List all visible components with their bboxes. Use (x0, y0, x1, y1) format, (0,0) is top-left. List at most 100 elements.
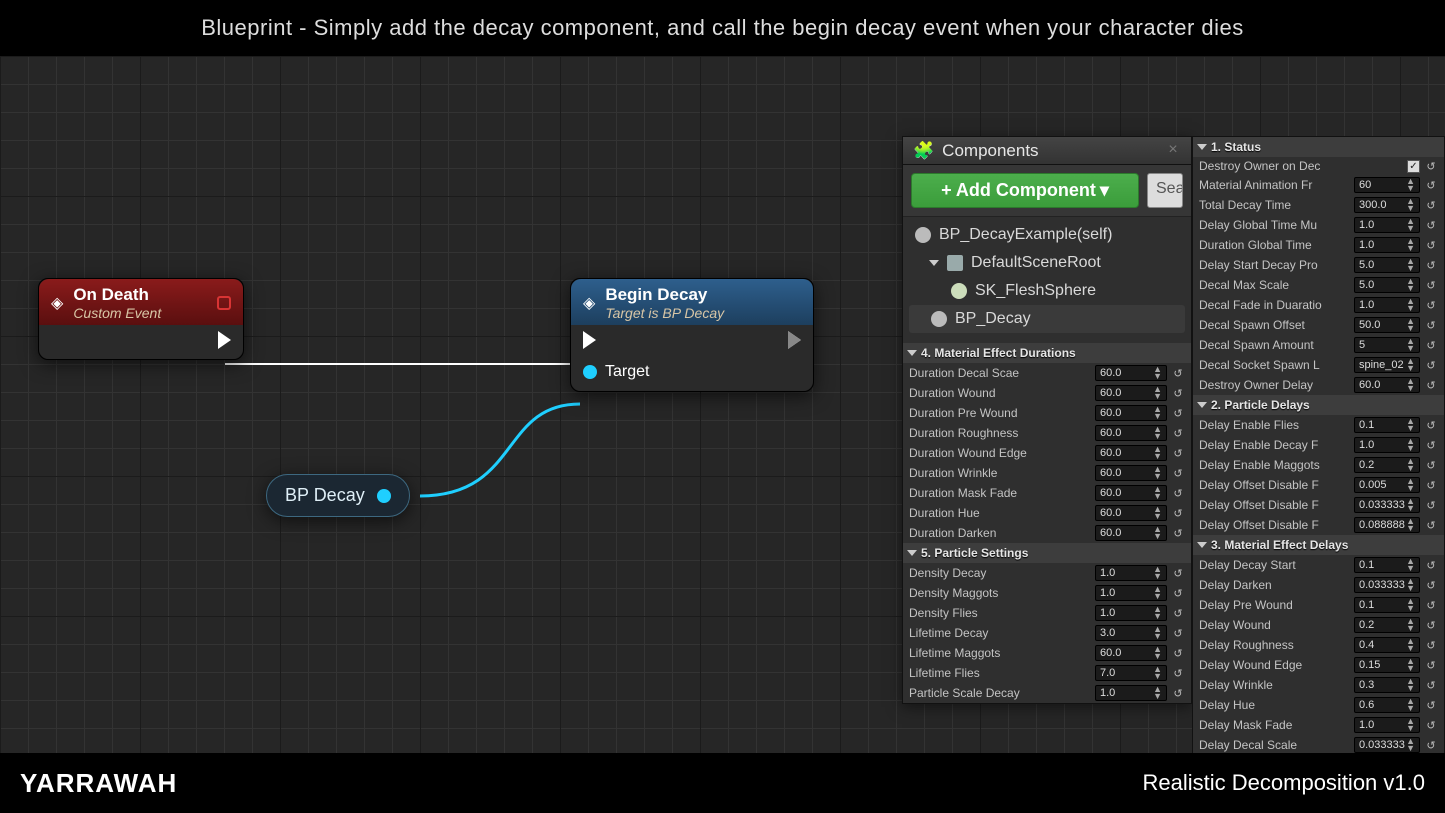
number-field[interactable]: 0.2▲▼ (1354, 617, 1420, 633)
spinner-icon[interactable]: ▲▼ (1406, 478, 1415, 492)
spinner-icon[interactable]: ▲▼ (1406, 298, 1415, 312)
reset-icon[interactable]: ↺ (1424, 418, 1438, 432)
reset-icon[interactable]: ↺ (1424, 278, 1438, 292)
component-item[interactable]: BP_Decay (909, 305, 1185, 333)
spinner-icon[interactable]: ▲▼ (1406, 198, 1415, 212)
close-icon[interactable]: × (1165, 143, 1181, 159)
spinner-icon[interactable]: ▲▼ (1153, 666, 1162, 680)
number-field[interactable]: 0.1▲▼ (1354, 417, 1420, 433)
spinner-icon[interactable]: ▲▼ (1153, 386, 1162, 400)
reset-icon[interactable]: ↺ (1171, 386, 1185, 400)
category-header[interactable]: 5. Particle Settings (903, 543, 1191, 563)
category-header[interactable]: 2. Particle Delays (1193, 395, 1444, 415)
number-field[interactable]: 0.1▲▼ (1354, 557, 1420, 573)
reset-icon[interactable]: ↺ (1424, 638, 1438, 652)
reset-icon[interactable]: ↺ (1424, 598, 1438, 612)
spinner-icon[interactable]: ▲▼ (1406, 438, 1415, 452)
spinner-icon[interactable]: ▲▼ (1406, 618, 1415, 632)
spinner-icon[interactable]: ▲▼ (1406, 318, 1415, 332)
expand-icon[interactable] (1197, 402, 1207, 408)
node-on-death[interactable]: ◈ On Death Custom Event (38, 278, 244, 360)
number-field[interactable]: 0.4▲▼ (1354, 637, 1420, 653)
number-field[interactable]: 1.0▲▼ (1354, 217, 1420, 233)
number-field[interactable]: 1.0▲▼ (1095, 685, 1167, 701)
number-field[interactable]: 60▲▼ (1354, 177, 1420, 193)
number-field[interactable]: 1.0▲▼ (1354, 437, 1420, 453)
number-field[interactable]: 3.0▲▼ (1095, 625, 1167, 641)
components-panel[interactable]: 🧩 Components × + Add Component ▾ Sea BP_… (902, 136, 1192, 704)
spinner-icon[interactable]: ▲▼ (1406, 578, 1415, 592)
node-variable-bp-decay[interactable]: BP Decay (266, 474, 410, 517)
search-input[interactable]: Sea (1147, 173, 1183, 208)
reset-icon[interactable]: ↺ (1424, 198, 1438, 212)
number-field[interactable]: 5.0▲▼ (1354, 257, 1420, 273)
spinner-icon[interactable]: ▲▼ (1406, 558, 1415, 572)
spinner-icon[interactable]: ▲▼ (1406, 258, 1415, 272)
variable-out-pin[interactable] (377, 489, 391, 503)
node-begin-decay[interactable]: ◈ Begin Decay Target is BP Decay Target (570, 278, 814, 392)
exec-out-pin[interactable] (788, 331, 801, 349)
reset-icon[interactable]: ↺ (1424, 159, 1438, 173)
spinner-icon[interactable]: ▲▼ (1153, 506, 1162, 520)
number-field[interactable]: 1.0▲▼ (1354, 237, 1420, 253)
number-field[interactable]: 0.088888▲▼ (1354, 517, 1420, 533)
reset-icon[interactable]: ↺ (1424, 258, 1438, 272)
spinner-icon[interactable]: ▲▼ (1406, 698, 1415, 712)
number-field[interactable]: 60.0▲▼ (1095, 465, 1167, 481)
component-item[interactable]: DefaultSceneRoot (909, 249, 1185, 277)
number-field[interactable]: 0.15▲▼ (1354, 657, 1420, 673)
component-item[interactable]: SK_FleshSphere (909, 277, 1185, 305)
number-field[interactable]: 0.033333▲▼ (1354, 497, 1420, 513)
number-field[interactable]: 60.0▲▼ (1095, 425, 1167, 441)
reset-icon[interactable]: ↺ (1171, 426, 1185, 440)
reset-icon[interactable]: ↺ (1171, 646, 1185, 660)
reset-icon[interactable]: ↺ (1424, 618, 1438, 632)
number-field[interactable]: 0.2▲▼ (1354, 457, 1420, 473)
spinner-icon[interactable]: ▲▼ (1406, 738, 1415, 752)
reset-icon[interactable]: ↺ (1424, 658, 1438, 672)
spinner-icon[interactable]: ▲▼ (1406, 518, 1415, 532)
expand-icon[interactable] (929, 260, 939, 266)
checkbox[interactable]: ✓ (1407, 160, 1420, 173)
reset-icon[interactable]: ↺ (1171, 626, 1185, 640)
number-field[interactable]: 0.033333▲▼ (1354, 737, 1420, 753)
reset-icon[interactable]: ↺ (1424, 518, 1438, 532)
details-panel-right[interactable]: 1. StatusDestroy Owner on Dec✓↺Material … (1192, 136, 1445, 753)
number-field[interactable]: 60.0▲▼ (1095, 485, 1167, 501)
spinner-icon[interactable]: ▲▼ (1406, 178, 1415, 192)
reset-icon[interactable]: ↺ (1424, 178, 1438, 192)
reset-icon[interactable]: ↺ (1424, 238, 1438, 252)
reset-icon[interactable]: ↺ (1424, 558, 1438, 572)
reset-icon[interactable]: ↺ (1424, 318, 1438, 332)
spinner-icon[interactable]: ▲▼ (1406, 598, 1415, 612)
delegate-pin[interactable] (217, 296, 231, 310)
reset-icon[interactable]: ↺ (1171, 526, 1185, 540)
spinner-icon[interactable]: ▲▼ (1153, 586, 1162, 600)
number-field[interactable]: 5.0▲▼ (1354, 277, 1420, 293)
spinner-icon[interactable]: ▲▼ (1153, 486, 1162, 500)
reset-icon[interactable]: ↺ (1171, 506, 1185, 520)
spinner-icon[interactable]: ▲▼ (1153, 426, 1162, 440)
spinner-icon[interactable]: ▲▼ (1153, 466, 1162, 480)
number-field[interactable]: 50.0▲▼ (1354, 317, 1420, 333)
spinner-icon[interactable]: ▲▼ (1406, 218, 1415, 232)
number-field[interactable]: 1.0▲▼ (1095, 585, 1167, 601)
number-field[interactable]: 1.0▲▼ (1354, 297, 1420, 313)
category-header[interactable]: 4. Material Effect Durations (903, 343, 1191, 363)
reset-icon[interactable]: ↺ (1424, 298, 1438, 312)
reset-icon[interactable]: ↺ (1424, 478, 1438, 492)
exec-out-pin[interactable] (218, 331, 231, 349)
spinner-icon[interactable]: ▲▼ (1406, 678, 1415, 692)
reset-icon[interactable]: ↺ (1171, 666, 1185, 680)
number-field[interactable]: 5▲▼ (1354, 337, 1420, 353)
reset-icon[interactable]: ↺ (1171, 586, 1185, 600)
reset-icon[interactable]: ↺ (1424, 378, 1438, 392)
reset-icon[interactable]: ↺ (1171, 366, 1185, 380)
reset-icon[interactable]: ↺ (1424, 678, 1438, 692)
reset-icon[interactable]: ↺ (1171, 606, 1185, 620)
number-field[interactable]: 60.0▲▼ (1095, 445, 1167, 461)
reset-icon[interactable]: ↺ (1424, 738, 1438, 752)
number-field[interactable]: 60.0▲▼ (1095, 365, 1167, 381)
add-component-button[interactable]: + Add Component ▾ (911, 173, 1139, 208)
number-field[interactable]: 0.6▲▼ (1354, 697, 1420, 713)
